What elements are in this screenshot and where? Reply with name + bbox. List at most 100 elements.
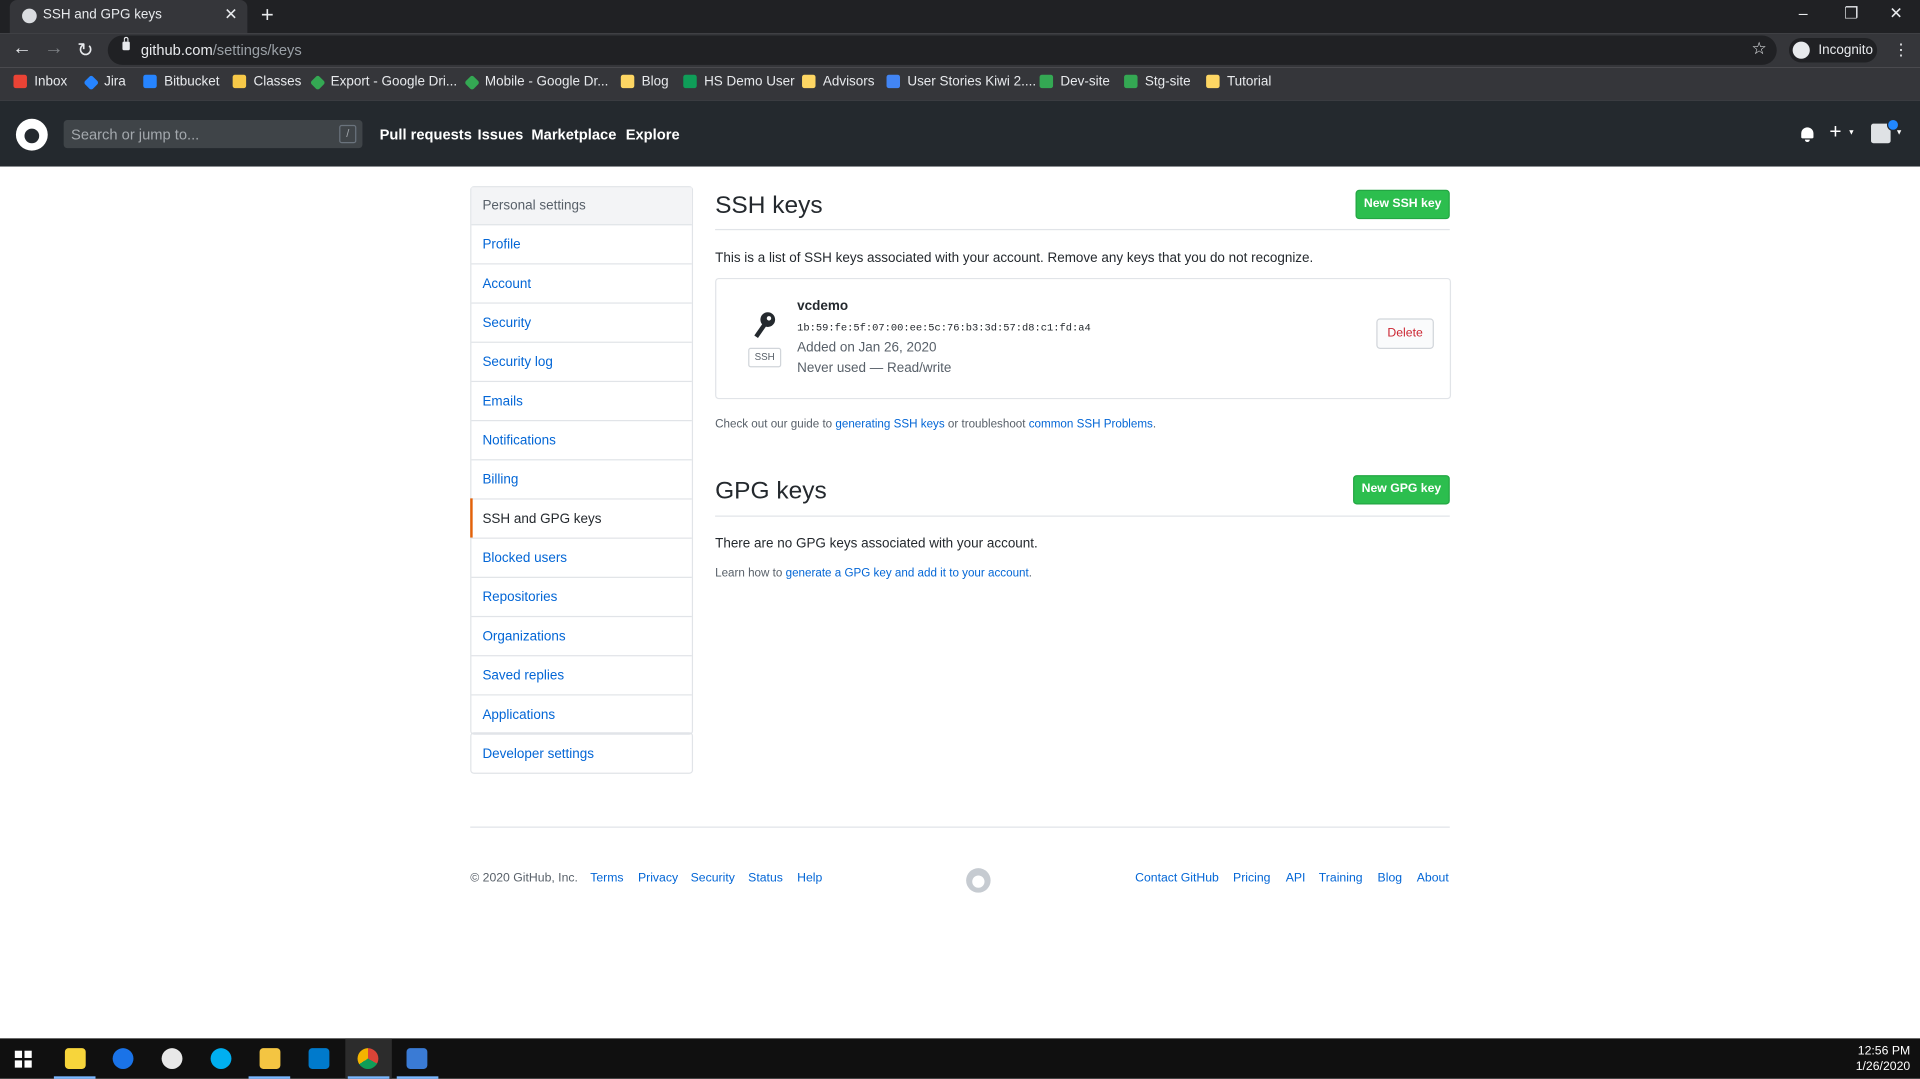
footer-link-about[interactable]: About	[1417, 872, 1449, 885]
browser-menu-icon[interactable]: ⋮	[1893, 40, 1909, 60]
sidebar-item-security[interactable]: Security	[471, 304, 692, 343]
nav-issues[interactable]: Issues	[478, 126, 524, 143]
sidebar-item-notifications[interactable]: Notifications	[471, 421, 692, 461]
github-header: / Pull requests Issues Marketplace Explo…	[0, 100, 1920, 167]
sticky-notes-icon[interactable]	[64, 1048, 86, 1069]
sidebar-item-blocked-users[interactable]: Blocked users	[471, 539, 692, 578]
footer-link-contact[interactable]: Contact GitHub	[1135, 872, 1219, 885]
bookmark-bitbucket[interactable]: Bitbucket	[143, 74, 219, 95]
maps-icon[interactable]	[112, 1048, 134, 1069]
new-tab-icon[interactable]: +	[261, 2, 274, 28]
running-indicator	[248, 1076, 291, 1079]
vscode-icon[interactable]	[308, 1048, 330, 1069]
window-close-icon[interactable]: ✕	[1889, 4, 1902, 24]
skype-icon[interactable]	[210, 1048, 232, 1069]
search-input[interactable]	[63, 120, 335, 149]
gpg-empty-text: There are no GPG keys associated with yo…	[715, 536, 1038, 552]
classroom-icon	[232, 74, 247, 89]
footer-link-api[interactable]: API	[1286, 872, 1306, 885]
key-icon	[754, 312, 776, 338]
running-indicator	[53, 1076, 96, 1079]
minimize-icon[interactable]: –	[1799, 4, 1808, 22]
folder-icon	[1206, 74, 1220, 89]
new-ssh-key-button[interactable]: New SSH key	[1355, 189, 1450, 220]
sheets-icon	[683, 74, 697, 89]
generate-gpg-key-link[interactable]: generate a GPG key and add it to your ac…	[786, 567, 1029, 580]
footer-divider	[470, 826, 1450, 828]
browser-tab[interactable]: SSH and GPG keys ✕	[9, 0, 248, 34]
lock-icon	[122, 36, 130, 51]
leaf-icon	[1124, 74, 1138, 89]
guide-suffix: .	[1152, 417, 1157, 432]
create-new-plus-icon[interactable]: +	[1829, 120, 1841, 144]
guide-middle: or troubleshoot	[944, 417, 1029, 432]
nav-marketplace[interactable]: Marketplace	[531, 126, 616, 143]
github-logo-icon[interactable]	[15, 118, 48, 151]
nav-pull-requests[interactable]: Pull requests	[380, 126, 472, 143]
chevron-down-icon[interactable]: ▼	[1896, 130, 1903, 137]
address-bar[interactable]: github.com/settings/keys ☆	[107, 35, 1777, 65]
chrome-icon[interactable]	[357, 1048, 379, 1069]
slack-icon[interactable]	[161, 1048, 183, 1069]
incognito-badge[interactable]: Incognito	[1788, 37, 1878, 63]
sidebar-item-developer-settings[interactable]: Developer settings	[470, 732, 694, 774]
running-indicator	[347, 1076, 390, 1079]
sidebar-item-ssh-gpg-keys[interactable]: SSH and GPG keys	[470, 498, 692, 539]
bookmark-user-stories[interactable]: User Stories Kiwi 2....	[886, 74, 1036, 95]
system-clock[interactable]: 12:56 PM 1/26/2020	[1856, 1043, 1910, 1075]
forward-icon[interactable]: →	[44, 38, 64, 60]
sidebar-item-applications[interactable]: Applications	[471, 696, 691, 734]
github-favicon-icon	[22, 8, 37, 24]
sidebar-item-emails[interactable]: Emails	[471, 382, 692, 422]
file-explorer-icon[interactable]	[259, 1048, 281, 1069]
footer-link-privacy[interactable]: Privacy	[638, 872, 678, 885]
url-text[interactable]: github.com/settings/keys	[141, 42, 302, 59]
bookmark-tutorial[interactable]: Tutorial	[1206, 74, 1271, 95]
reload-icon[interactable]: ↻	[77, 38, 93, 62]
sidebar-item-saved-replies[interactable]: Saved replies	[471, 656, 692, 696]
sidebar-item-profile[interactable]: Profile	[471, 225, 692, 265]
bookmark-star-icon[interactable]: ☆	[1752, 38, 1767, 59]
footer-link-status[interactable]: Status	[748, 872, 783, 885]
bookmark-stg-site[interactable]: Stg-site	[1124, 74, 1191, 95]
bookmark-inbox[interactable]: Inbox	[13, 74, 67, 95]
footer-link-training[interactable]: Training	[1319, 872, 1363, 885]
bookmark-blog[interactable]: Blog	[620, 74, 669, 95]
bookmark-advisors[interactable]: Advisors	[802, 74, 875, 95]
delete-key-button[interactable]: Delete	[1376, 318, 1434, 349]
new-gpg-key-button[interactable]: New GPG key	[1353, 475, 1450, 505]
restore-icon[interactable]: ❐	[1844, 4, 1858, 24]
bookmark-mobile-google-drive[interactable]: Mobile - Google Dr...	[464, 75, 608, 95]
sidebar-item-organizations[interactable]: Organizations	[471, 617, 692, 657]
sidebar-item-repositories[interactable]: Repositories	[471, 578, 692, 618]
footer-link-blog[interactable]: Blog	[1378, 872, 1403, 885]
sidebar-item-account[interactable]: Account	[471, 264, 692, 304]
folder-icon	[620, 74, 635, 89]
sidebar-item-security-log[interactable]: Security log	[471, 343, 692, 383]
divider	[715, 515, 1450, 517]
divider	[715, 228, 1450, 231]
windows-start-icon[interactable]	[14, 1050, 32, 1068]
common-ssh-problems-link[interactable]: common SSH Problems	[1029, 418, 1153, 431]
search-box[interactable]: /	[63, 120, 363, 149]
footer-link-security[interactable]: Security	[691, 872, 735, 885]
bookmark-dev-site[interactable]: Dev-site	[1039, 74, 1110, 95]
sidebar-item-billing[interactable]: Billing	[471, 460, 692, 500]
footer-link-help[interactable]: Help	[797, 872, 822, 885]
snipping-tool-icon[interactable]	[406, 1048, 428, 1069]
incognito-icon	[1792, 41, 1810, 59]
footer-link-pricing[interactable]: Pricing	[1233, 872, 1270, 885]
nav-explore[interactable]: Explore	[626, 126, 680, 143]
chevron-down-icon[interactable]: ▼	[1848, 130, 1855, 137]
notifications-bell-icon[interactable]	[1801, 127, 1814, 143]
github-logo-icon[interactable]	[966, 868, 991, 893]
generating-ssh-keys-link[interactable]: generating SSH keys	[835, 418, 944, 431]
close-tab-icon[interactable]: ✕	[224, 5, 237, 25]
footer-link-terms[interactable]: Terms	[590, 872, 623, 885]
bitbucket-icon	[143, 74, 157, 89]
bookmark-hs-demo-user[interactable]: HS Demo User	[683, 74, 795, 95]
bookmark-classes[interactable]: Classes	[232, 74, 301, 95]
back-icon[interactable]: ←	[12, 38, 32, 60]
bookmark-jira[interactable]: Jira	[83, 75, 126, 95]
bookmark-export-google-drive[interactable]: Export - Google Dri...	[309, 75, 457, 95]
